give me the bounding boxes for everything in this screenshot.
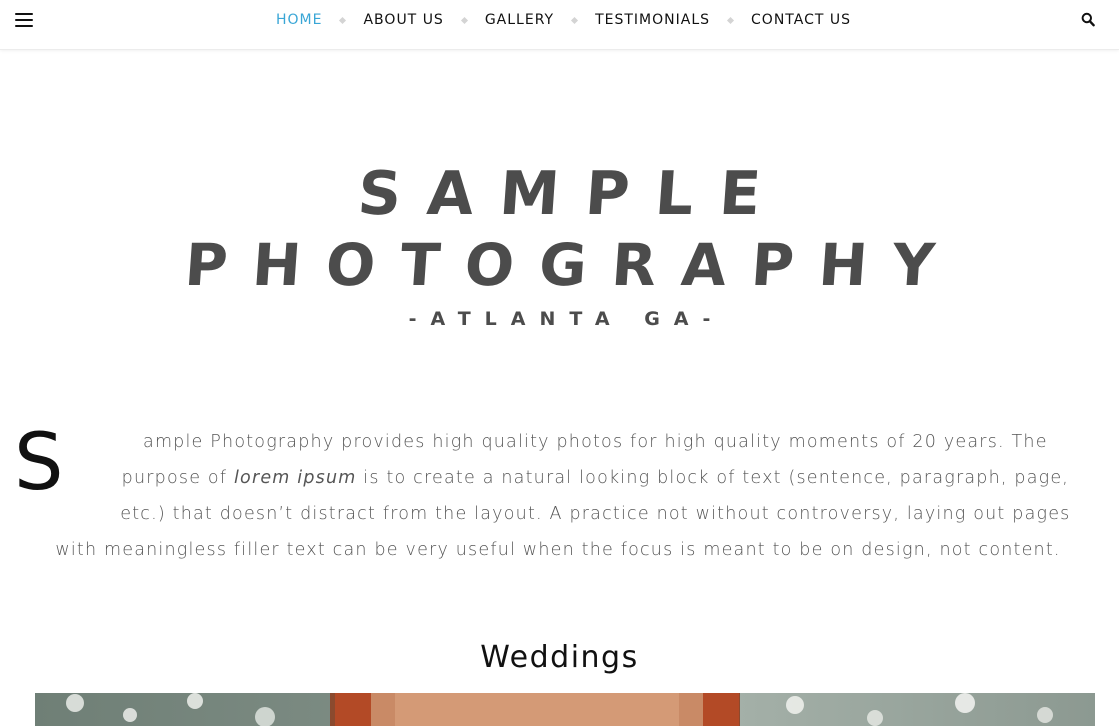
nav-separator xyxy=(460,16,468,24)
logo-title-line1: SAMPLE xyxy=(355,159,790,229)
nav-item-home[interactable]: HOME xyxy=(276,12,322,28)
nav-item-about-us[interactable]: ABOUT US xyxy=(363,12,443,28)
search-icon[interactable] xyxy=(1081,12,1095,28)
hamburger-icon[interactable] xyxy=(14,12,34,28)
nav-item-gallery[interactable]: GALLERY xyxy=(485,12,554,28)
logo-title-line2: PHOTOGRAPHY xyxy=(182,231,962,299)
intro-paragraph: Sample Photography provides high quality… xyxy=(14,424,1078,568)
nav-separator xyxy=(726,16,735,24)
intro-emphasis: lorem ipsum xyxy=(233,468,357,488)
nav-separator xyxy=(339,16,347,24)
top-navigation-bar: HOME ABOUT US GALLERY TESTIMONIALS CONTA… xyxy=(0,0,1119,50)
drop-cap: S xyxy=(14,418,65,508)
weddings-feature-image[interactable] xyxy=(35,693,1095,726)
nav-separator xyxy=(571,16,579,24)
site-logo[interactable]: SAMPLE PHOTOGRAPHY -ATLANTA GA- xyxy=(0,159,1119,334)
logo-tagline: -ATLANTA GA- xyxy=(408,308,725,330)
nav-item-contact-us[interactable]: CONTACT US xyxy=(751,12,851,28)
weddings-heading: Weddings xyxy=(480,640,639,675)
main-nav: HOME ABOUT US GALLERY TESTIMONIALS CONTA… xyxy=(276,0,851,40)
nav-item-testimonials[interactable]: TESTIMONIALS xyxy=(595,12,710,28)
